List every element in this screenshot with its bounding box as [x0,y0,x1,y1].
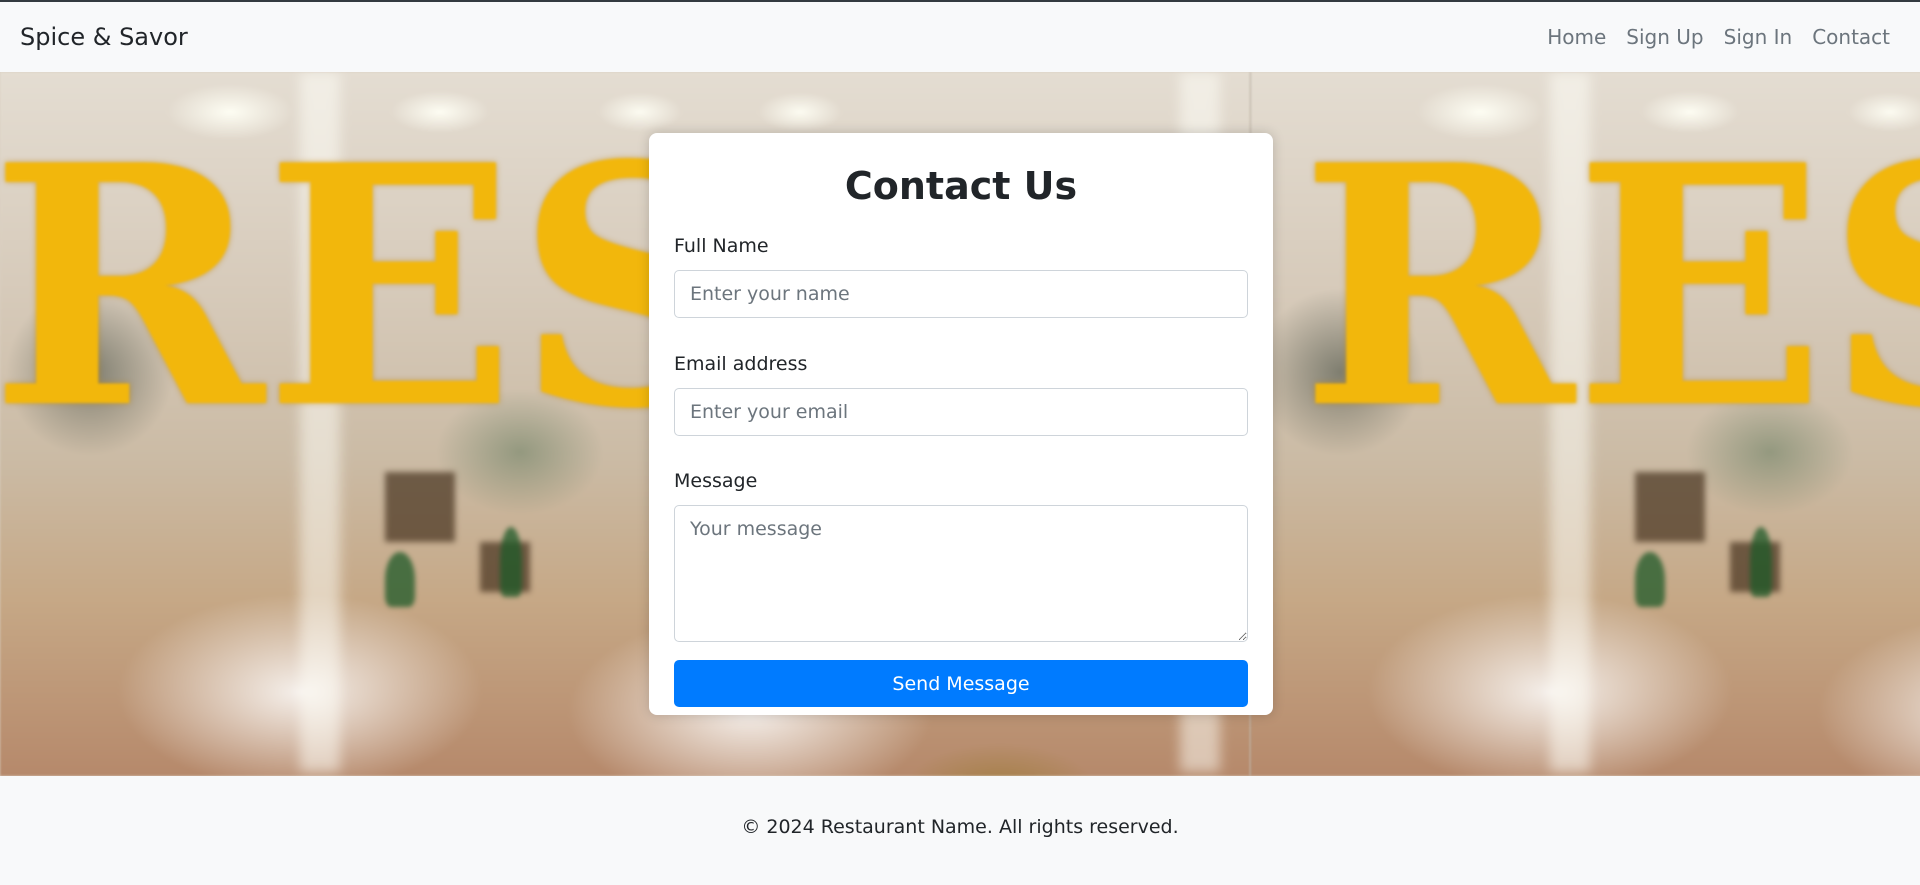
email-label: Email address [674,353,808,375]
background-plant [385,552,415,607]
footer: © 2024 Restaurant Name. All rights reser… [0,776,1920,885]
message-textarea[interactable] [674,505,1248,642]
email-input[interactable] [674,388,1248,436]
nav-link-contact[interactable]: Contact [1812,25,1890,49]
send-message-button[interactable]: Send Message [674,660,1248,707]
full-name-label: Full Name [674,235,769,257]
background-window [385,472,455,542]
nav-links: Home Sign Up Sign In Contact [1547,25,1900,49]
nav-link-sign-in[interactable]: Sign In [1724,25,1793,49]
full-name-input[interactable] [674,270,1248,318]
navbar: Spice & Savor Home Sign Up Sign In Conta… [0,2,1920,72]
background-plant [1635,552,1665,607]
background-plant [1750,527,1772,597]
background-window [1635,472,1705,542]
contact-form-card: Contact Us Full Name Email address Messa… [649,133,1273,715]
restaurant-sign-letters: REST [1300,93,1920,481]
nav-link-home[interactable]: Home [1547,25,1606,49]
page-title: Contact Us [844,164,1078,208]
background-plant [500,527,522,597]
footer-copyright: © 2024 Restaurant Name. All rights reser… [741,815,1179,838]
message-label: Message [674,470,758,492]
nav-link-sign-up[interactable]: Sign Up [1626,25,1703,49]
brand-logo[interactable]: Spice & Savor [20,23,188,51]
restaurant-background-image: REST [1250,72,1920,776]
